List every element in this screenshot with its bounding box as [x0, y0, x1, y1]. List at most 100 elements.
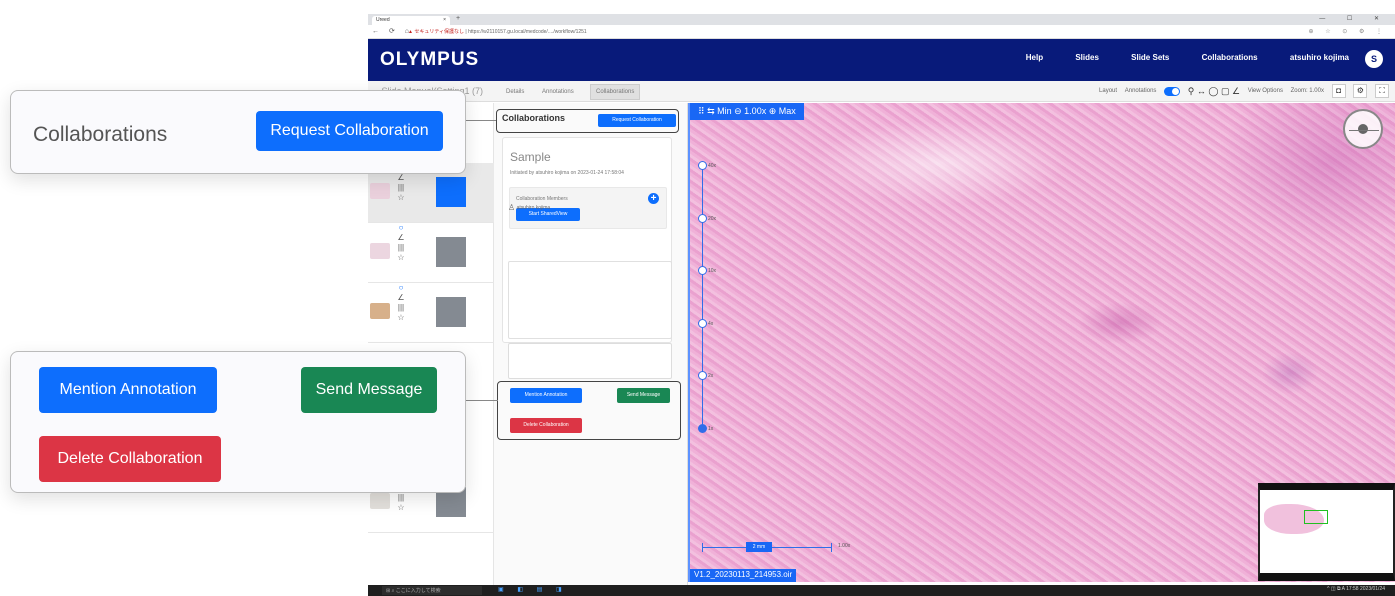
star-icon[interactable]: ☆ — [394, 193, 408, 203]
barcode-icon: ||| — [397, 303, 405, 312]
zoom-tick-label: 20x — [708, 216, 717, 222]
callout-send-message-button[interactable]: Send Message — [301, 367, 437, 413]
star-icon[interactable]: ☆ — [394, 503, 408, 513]
view-options-button[interactable]: View Options — [1248, 88, 1283, 94]
scale-label: 2 mm — [746, 542, 772, 552]
screenshot-root: Ureed × + — ☐ ✕ ← ⟳ ⌂ ▲ セキュリティ保護なし | htt… — [0, 0, 1395, 596]
zoom-tick[interactable] — [698, 266, 707, 275]
slide-thumbnail[interactable] — [370, 243, 390, 259]
slide-viewer[interactable]: ⠿ ⇆ Min ⊖ 1.00x ⊕ Max 40x 20x 10x 4x 2x … — [688, 103, 1395, 582]
window-controls[interactable]: — ☐ ✕ — [1319, 15, 1389, 22]
extension-icons[interactable]: ⊕ ☆ ⊙ ⚙ ⋮ — [1309, 28, 1387, 35]
collaboration-initiated: Initiated by atsuhiro kojima on 2023-01-… — [510, 170, 624, 176]
nav-links: Help Slides Slide Sets Collaborations at… — [996, 53, 1349, 62]
edit-icon[interactable]: ∠ — [394, 173, 408, 183]
callout-title: Collaborations — [33, 123, 168, 146]
url-field[interactable]: ▲ セキュリティ保護なし | https://w2110157.gu.local… — [408, 28, 587, 35]
slide-row[interactable]: ○ ∠ ||| ☆ — [368, 223, 494, 283]
not-secure-warning: ▲ セキュリティ保護なし — [408, 29, 465, 35]
status-circle-icon: ○ — [398, 283, 404, 292]
zoom-controls[interactable]: ⠿ ⇆ Min ⊖ 1.00x ⊕ Max — [690, 103, 804, 120]
nav-slides[interactable]: Slides — [1075, 53, 1099, 62]
member-item: ♙ atsuhiro kojima — [508, 203, 550, 212]
tab-details[interactable]: Details — [500, 84, 530, 100]
fullscreen-icon[interactable]: ⛶ — [1375, 84, 1389, 98]
app-navbar: OLYMPUS Help Slides Slide Sets Collabora… — [368, 39, 1395, 81]
zoom-tick-label: 2x — [708, 373, 714, 379]
slide-filename: V1.2_20230113_214953.oir — [690, 569, 797, 582]
highlight-action-buttons — [497, 381, 681, 440]
zoom-tick[interactable] — [698, 214, 707, 223]
star-icon[interactable]: ☆ — [394, 313, 408, 323]
callout-request-collaboration-button[interactable]: Request Collaboration — [256, 111, 443, 151]
slide-thumbnail[interactable] — [370, 183, 390, 199]
browser-nav-icons[interactable]: ← ⟳ ⌂ — [372, 27, 413, 35]
callout-leader-line — [466, 120, 496, 121]
status-circle-icon: ○ — [398, 223, 404, 232]
highlight-collab-header — [496, 109, 679, 133]
taskbar-search[interactable]: ⊞ ⌕ ここに入力して検索 — [382, 586, 482, 595]
address-bar: ← ⟳ ⌂ ▲ セキュリティ保護なし | https://w2110157.gu… — [368, 25, 1395, 39]
tab-annotations[interactable]: Annotations — [536, 84, 580, 100]
nav-collaborations[interactable]: Collaborations — [1202, 53, 1258, 62]
zoom-tick-label: 10x — [708, 268, 717, 274]
zoom-slider-track[interactable] — [702, 165, 703, 429]
browser-tab[interactable]: Ureed × — [372, 16, 450, 25]
barcode-icon: ||| — [397, 243, 405, 252]
zoom-tick[interactable] — [698, 371, 707, 380]
zoom-tick-label: 1x — [708, 426, 714, 432]
zoom-tick[interactable] — [698, 161, 707, 170]
system-tray: ^ ◫ ⧉ A 17:58 2023/01/24 — [1327, 586, 1385, 592]
slide-color-swatch — [436, 297, 466, 327]
url-text: https://w2110157.gu.local/medcode/..../w… — [468, 29, 587, 35]
overview-minimap[interactable] — [1258, 483, 1395, 581]
callout-mention-annotation-button[interactable]: Mention Annotation — [39, 367, 217, 413]
viewer-tools: Layout Annotations ⚲ ↔ ◯ ▢ ∠ View Option… — [1093, 84, 1389, 100]
minimap-viewport-box[interactable] — [1304, 510, 1328, 524]
star-icon[interactable]: ☆ — [394, 253, 408, 263]
collaborations-panel: Collaborations Request Collaboration Sam… — [494, 103, 688, 585]
slide-list: ○ ∠ ||| ☆ ○ ∠ ||| ☆ ○ ∠ ||| ☆ — [368, 103, 494, 585]
zoom-tick[interactable] — [698, 319, 707, 328]
callout-delete-collaboration-button[interactable]: Delete Collaboration — [39, 436, 221, 482]
slide-row[interactable]: ○ ∠ ||| ☆ — [368, 283, 494, 343]
callout-leader-line — [466, 400, 498, 401]
edit-icon[interactable]: ∠ — [394, 293, 408, 303]
edit-icon[interactable]: ∠ — [394, 233, 408, 243]
avatar[interactable]: S — [1365, 50, 1383, 68]
message-list — [508, 261, 672, 339]
callout-collaborations-header: Collaborations Request Collaboration — [10, 90, 466, 174]
zoom-tick-label: 40x — [708, 163, 717, 169]
person-icon: ♙ — [508, 203, 516, 212]
annotations-toggle-label: Annotations — [1124, 88, 1157, 94]
olympus-logo[interactable]: OLYMPUS — [380, 49, 479, 71]
nav-help[interactable]: Help — [1026, 53, 1043, 62]
nav-slide-sets[interactable]: Slide Sets — [1131, 53, 1169, 62]
collaboration-title: Sample — [510, 150, 551, 164]
barcode-icon: ||| — [397, 493, 405, 502]
annotation-tool-icons[interactable]: ⚲ ↔ ◯ ▢ ∠ — [1188, 86, 1240, 97]
member-name: atsuhiro kojima — [516, 204, 551, 211]
windows-taskbar: ⊞ ⌕ ここに入力して検索 ▣ ◧ ▤ ◨ ^ ◫ ⧉ A 17:58 2023… — [368, 585, 1395, 596]
message-input[interactable] — [508, 343, 672, 379]
zoom-tick-active[interactable] — [698, 424, 707, 433]
annotations-toggle[interactable] — [1164, 86, 1181, 96]
slide-toolbar: ← Slide Manual(Setting1 (7) Details Anno… — [368, 81, 1395, 102]
close-tab-icon[interactable]: × — [443, 17, 446, 23]
snapshot-icon[interactable]: ◘ — [1331, 84, 1346, 98]
layout-button[interactable]: Layout — [1099, 88, 1117, 94]
tab-collaborations[interactable]: Collaborations — [590, 84, 641, 100]
nav-user-name[interactable]: atsuhiro kojima — [1290, 53, 1349, 62]
barcode-icon: ||| — [397, 183, 405, 192]
zoom-readout: Zoom: 1.00x — [1290, 88, 1324, 94]
new-tab-icon[interactable]: + — [456, 15, 460, 22]
add-member-icon[interactable]: + — [648, 193, 659, 204]
slide-thumbnail[interactable] — [370, 303, 390, 319]
settings-icon[interactable]: ⚙ — [1353, 84, 1368, 98]
callout-action-buttons: Mention Annotation Send Message Delete C… — [10, 351, 466, 493]
slide-thumbnail[interactable] — [370, 493, 390, 509]
taskbar-app-icons[interactable]: ▣ ◧ ▤ ◨ — [498, 586, 568, 593]
browser-tab-strip: Ureed × + — ☐ ✕ — [368, 14, 1395, 25]
members-label: Collaboration Members — [516, 196, 568, 202]
rotation-compass-icon[interactable] — [1343, 109, 1383, 149]
